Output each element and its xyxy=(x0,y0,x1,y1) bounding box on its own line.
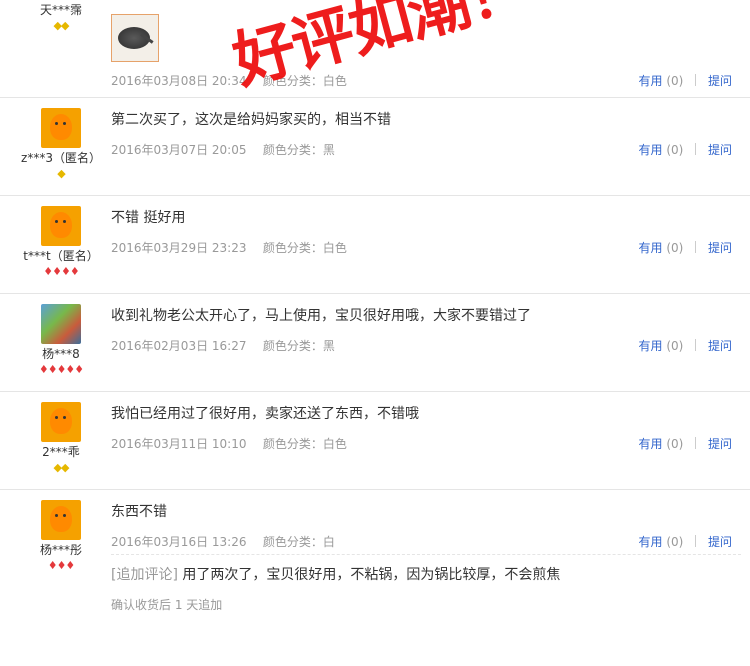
review-date: 2016年03月07日 20:05 xyxy=(111,143,247,157)
reviewer-info: t***t（匿名） ♦♦♦♦ xyxy=(18,206,104,279)
reviewer-info: 杨***彤 ♦♦♦ xyxy=(18,500,104,573)
append-divider xyxy=(111,554,741,555)
reviewer-name[interactable]: 天***霈 xyxy=(18,2,104,18)
avatar[interactable] xyxy=(41,304,81,344)
review-item: 天***霈 ◆◆ 2016年03月08日 20:34 颜色分类：白色 有用 (0… xyxy=(0,0,750,98)
useful-count: (0) xyxy=(666,535,684,549)
ask-button[interactable]: 提问 xyxy=(708,535,732,549)
review-text: 东西不错 xyxy=(111,504,167,520)
credit-rank-icon: ◆ xyxy=(57,167,65,180)
reviewer-name[interactable]: 杨***彤 xyxy=(18,542,104,558)
reviewer-info: z***3（匿名） ◆ xyxy=(18,108,104,181)
credit-rank-icon: ♦♦♦♦ xyxy=(43,265,79,278)
review-spec: 颜色分类：黑 xyxy=(262,143,335,157)
credit-rank-icon: ◆◆ xyxy=(53,461,70,474)
divider xyxy=(695,339,697,351)
review-item: t***t（匿名） ♦♦♦♦ 不错 挺好用 2016年03月29日 23:23 … xyxy=(0,196,750,294)
avatar[interactable] xyxy=(41,206,81,246)
reviewer-name[interactable]: 2***乖 xyxy=(18,444,104,460)
useful-count: (0) xyxy=(666,339,684,353)
review-text: 我怕已经用过了很好用，卖家还送了东西，不错哦 xyxy=(111,406,419,422)
avatar[interactable] xyxy=(41,402,81,442)
review-item: 杨***彤 ♦♦♦ 东西不错 2016年03月16日 13:26 颜色分类：白 … xyxy=(0,490,750,650)
divider xyxy=(695,437,697,449)
review-actions: 有用 (0) 提问 xyxy=(638,436,732,452)
review-list: 天***霈 ◆◆ 2016年03月08日 20:34 颜色分类：白色 有用 (0… xyxy=(0,0,750,650)
credit-rank-icon: ♦♦♦♦♦ xyxy=(38,363,84,376)
review-actions: 有用 (0) 提问 xyxy=(638,142,732,158)
credit-rank-icon: ♦♦♦ xyxy=(47,559,76,572)
avatar[interactable] xyxy=(41,500,81,540)
append-review-note: 确认收货后 1 天追加 xyxy=(111,598,223,612)
reviewer-name[interactable]: t***t（匿名） xyxy=(18,248,104,264)
review-content: 我怕已经用过了很好用，卖家还送了东西，不错哦 xyxy=(111,404,741,424)
avatar[interactable] xyxy=(41,108,81,148)
append-review-text: 用了两次了，宝贝很好用，不粘锅，因为锅比较厚，不会煎焦 xyxy=(177,567,561,583)
review-spec: 颜色分类：白色 xyxy=(262,241,347,255)
reviewer-info: 杨***8 ♦♦♦♦♦ xyxy=(18,304,104,377)
review-date: 2016年03月29日 23:23 xyxy=(111,241,247,255)
review-actions: 有用 (0) 提问 xyxy=(638,240,732,256)
review-content: 收到礼物老公太开心了，马上使用，宝贝很好用哦，大家不要错过了 xyxy=(111,306,741,326)
review-actions: 有用 (0) 提问 xyxy=(638,73,732,89)
review-photo-thumbnail[interactable] xyxy=(111,14,159,62)
review-spec: 颜色分类：白 xyxy=(262,535,335,549)
useful-count: (0) xyxy=(666,437,684,451)
review-text: 收到礼物老公太开心了，马上使用，宝贝很好用哦，大家不要错过了 xyxy=(111,308,531,324)
review-date: 2016年02月03日 16:27 xyxy=(111,339,247,353)
review-spec: 颜色分类：白色 xyxy=(262,74,347,88)
reviewer-name[interactable]: 杨***8 xyxy=(18,346,104,362)
review-content: 第二次买了，这次是给妈妈家买的，相当不错 xyxy=(111,110,741,130)
review-date: 2016年03月08日 20:34 xyxy=(111,74,247,88)
useful-count: (0) xyxy=(666,74,684,88)
credit-rank-icon: ◆◆ xyxy=(53,19,70,32)
review-content: 东西不错 xyxy=(111,502,741,522)
review-item: 2***乖 ◆◆ 我怕已经用过了很好用，卖家还送了东西，不错哦 2016年03月… xyxy=(0,392,750,490)
ask-button[interactable]: 提问 xyxy=(708,74,732,88)
useful-button[interactable]: 有用 xyxy=(638,437,662,451)
ask-button[interactable]: 提问 xyxy=(708,143,732,157)
review-item: 杨***8 ♦♦♦♦♦ 收到礼物老公太开心了，马上使用，宝贝很好用哦，大家不要错… xyxy=(0,294,750,392)
reviewer-info: 2***乖 ◆◆ xyxy=(18,402,104,475)
append-review: [追加评论] 用了两次了，宝贝很好用，不粘锅，因为锅比较厚，不会煎焦 xyxy=(111,565,560,585)
useful-count: (0) xyxy=(666,241,684,255)
review-spec: 颜色分类：白色 xyxy=(262,437,347,451)
useful-count: (0) xyxy=(666,143,684,157)
reviewer-name[interactable]: z***3（匿名） xyxy=(18,150,104,166)
divider xyxy=(695,143,697,155)
review-spec: 颜色分类：黑 xyxy=(262,339,335,353)
review-date: 2016年03月16日 13:26 xyxy=(111,535,247,549)
divider xyxy=(695,74,697,86)
useful-button[interactable]: 有用 xyxy=(638,535,662,549)
divider xyxy=(695,241,697,253)
review-text: 不错 挺好用 xyxy=(111,210,186,226)
append-review-tag: [追加评论] xyxy=(111,567,178,583)
reviewer-info: 天***霈 ◆◆ xyxy=(18,0,104,33)
review-actions: 有用 (0) 提问 xyxy=(638,338,732,354)
divider xyxy=(695,535,697,547)
ask-button[interactable]: 提问 xyxy=(708,241,732,255)
useful-button[interactable]: 有用 xyxy=(638,74,662,88)
review-date: 2016年03月11日 10:10 xyxy=(111,437,247,451)
ask-button[interactable]: 提问 xyxy=(708,339,732,353)
useful-button[interactable]: 有用 xyxy=(638,339,662,353)
useful-button[interactable]: 有用 xyxy=(638,143,662,157)
review-content: 不错 挺好用 xyxy=(111,208,741,228)
review-actions: 有用 (0) 提问 xyxy=(638,534,732,550)
review-item: z***3（匿名） ◆ 第二次买了，这次是给妈妈家买的，相当不错 2016年03… xyxy=(0,98,750,196)
useful-button[interactable]: 有用 xyxy=(638,241,662,255)
ask-button[interactable]: 提问 xyxy=(708,437,732,451)
review-text: 第二次买了，这次是给妈妈家买的，相当不错 xyxy=(111,112,391,128)
